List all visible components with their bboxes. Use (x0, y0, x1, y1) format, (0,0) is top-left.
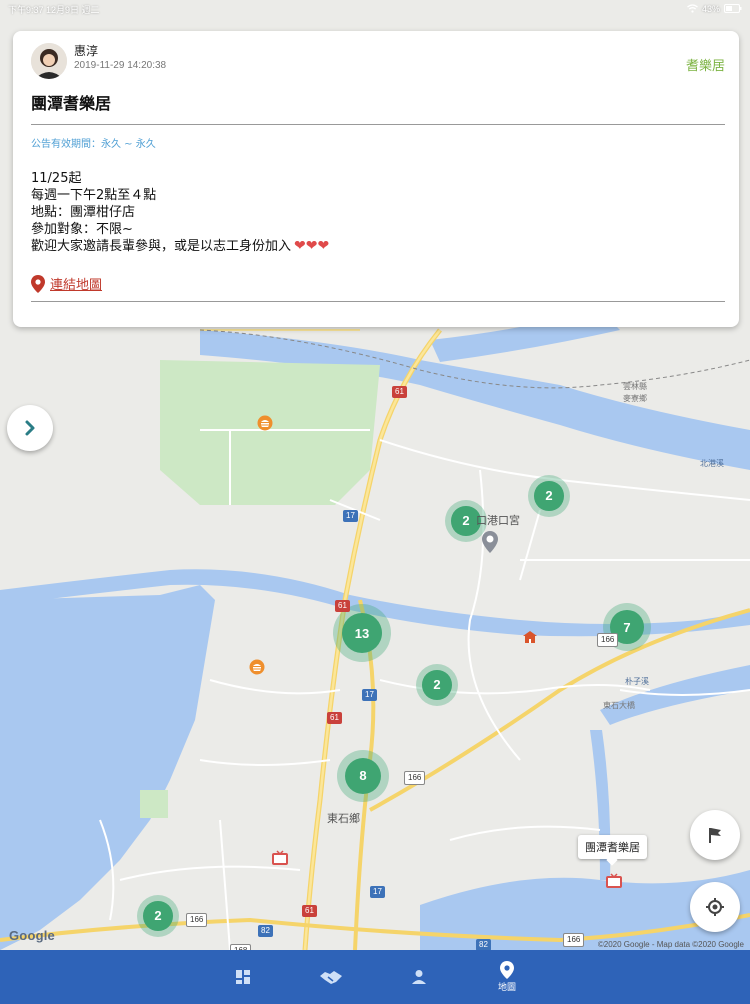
map-link[interactable]: 連結地圖 (50, 274, 102, 293)
dashboard-icon (236, 970, 250, 984)
post-timestamp: 2019-11-29 14:20:38 (74, 60, 167, 71)
road-shield: 82 (476, 939, 491, 950)
body-line-text: 歡迎大家邀請長輩參與，或是以志工身份加入 (31, 239, 292, 254)
divider (31, 124, 725, 125)
road-shield: 61 (302, 905, 317, 917)
body-line: 參加對象：不限~ (31, 222, 133, 237)
hearts-emoji: ❤❤❤ (294, 238, 330, 254)
location-pin-icon (31, 274, 45, 293)
body-line: 每週一下午2點至４點 (31, 188, 157, 203)
chevron-right-icon (25, 420, 35, 436)
nav-handshake[interactable] (287, 950, 375, 1004)
map-cluster-marker[interactable]: 8 (337, 750, 389, 802)
cluster-count: 2 (422, 670, 452, 700)
card-header: 惠淳 2019-11-29 14:20:38 耆樂居 (31, 43, 725, 79)
road-shield: 166 (597, 633, 619, 647)
map-cluster-marker[interactable]: 2 (137, 895, 179, 937)
road-shield: 82 (258, 925, 273, 937)
battery-icon (724, 3, 742, 15)
map-cluster-marker[interactable]: 2 (416, 664, 458, 706)
map-label-village: 口港口宮 (476, 514, 520, 527)
map-cluster-marker[interactable]: 2 (528, 475, 570, 517)
map-label-river: 北港溪 (700, 459, 724, 468)
author-block: 惠淳 2019-11-29 14:20:38 (74, 43, 166, 73)
bottom-nav: 地圖 (0, 950, 750, 1004)
flag-icon (709, 828, 721, 843)
place-callout[interactable]: 團潭耆樂居 (578, 835, 647, 859)
status-time: 下午9:37 12月9日 週二 (8, 4, 100, 15)
author-name: 惠淳 (74, 44, 99, 58)
tv-station-icon[interactable] (606, 873, 622, 892)
temple-icon[interactable] (522, 629, 538, 648)
restaurant-icon[interactable] (249, 659, 265, 679)
cluster-count: 13 (341, 612, 383, 654)
map-label-town: 東石鄉 (327, 812, 360, 825)
status-bar: 下午9:37 12月9日 週二 43% (0, 0, 750, 18)
map-label-bridge: 東石大橋 (603, 701, 635, 710)
body-line: 11/25起 (31, 171, 82, 186)
wifi-icon (687, 3, 698, 15)
road-shield: 61 (392, 386, 407, 398)
nav-map-label: 地圖 (497, 983, 516, 993)
road-shield: 166 (186, 913, 208, 927)
group-tag[interactable]: 耆樂居 (686, 55, 725, 74)
road-shield: 61 (327, 712, 342, 724)
avatar[interactable] (31, 43, 67, 79)
expand-panel-button[interactable] (7, 405, 53, 451)
map-link-row[interactable]: 連結地圖 (31, 274, 725, 293)
cluster-count: 8 (344, 757, 382, 795)
road-shield: 17 (370, 886, 385, 898)
my-location-button[interactable] (690, 882, 740, 932)
map-pin-icon (500, 961, 514, 979)
person-icon (412, 970, 426, 984)
map-cluster-marker[interactable]: 13 (333, 604, 391, 662)
announcement-body: 11/25起 每週一下午2點至４點 地點：團潭柑仔店 參加對象：不限~ 歡迎大家… (31, 170, 725, 255)
card-title: 團潭耆樂居 (31, 94, 112, 113)
google-logo: Google (9, 928, 55, 943)
restaurant-icon[interactable] (257, 415, 273, 435)
validity-period: 公告有效期間：永久 ~ 永久 (31, 139, 156, 150)
road-shield: 166 (404, 771, 426, 785)
road-shield: 17 (343, 510, 358, 522)
nav-map[interactable]: 地圖 (463, 950, 551, 1004)
battery-level: 43% (701, 4, 720, 14)
nav-dashboard[interactable] (199, 950, 287, 1004)
place-pin-icon[interactable] (482, 531, 498, 557)
divider (31, 301, 725, 302)
road-shield: 17 (362, 689, 377, 701)
nav-profile[interactable] (375, 950, 463, 1004)
map-label-county: 雲林縣 (623, 382, 647, 391)
status-indicators: 43% (687, 3, 742, 15)
flag-button[interactable] (690, 810, 740, 860)
announcement-card: 惠淳 2019-11-29 14:20:38 耆樂居 團潭耆樂居 公告有效期間：… (13, 31, 739, 327)
map-label-township: 麥寮鄉 (623, 394, 647, 403)
body-line: 地點：團潭柑仔店 (31, 205, 136, 220)
cluster-count: 2 (143, 901, 173, 931)
road-shield: 61 (335, 600, 350, 612)
map-label-river: 朴子溪 (625, 677, 649, 686)
handshake-icon (320, 971, 342, 984)
crosshair-icon (706, 898, 724, 916)
tv-station-icon[interactable] (272, 850, 288, 869)
map-attribution: ©2020 Google - Map data ©2020 Google (597, 940, 744, 949)
cluster-count: 2 (534, 481, 564, 511)
body-line-last: 歡迎大家邀請長輩參與，或是以志工身份加入 ❤❤❤ (31, 238, 725, 255)
road-shield: 166 (563, 933, 585, 947)
